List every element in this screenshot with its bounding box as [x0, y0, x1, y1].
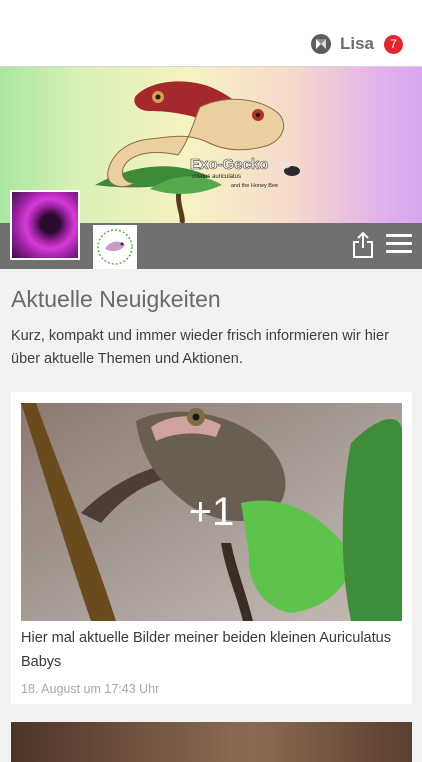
more-images-count[interactable]: +1 [21, 403, 402, 621]
section-description: Kurz, kompakt und immer wieder frisch in… [11, 328, 389, 367]
username[interactable]: Lisa [340, 34, 374, 54]
news-post-card-2[interactable] [11, 722, 412, 762]
page-logo[interactable] [93, 225, 137, 269]
post-image[interactable]: +1 [21, 403, 402, 621]
menu-hamburger-icon[interactable] [386, 234, 412, 256]
brand-line: ciliatus auriculatus [192, 174, 241, 180]
app-logo-icon [310, 34, 331, 54]
top-bar: Lisa 7 [0, 0, 422, 67]
news-post-card[interactable]: +1 Hier mal aktuelle Bilder meiner beide… [11, 392, 412, 704]
section-title: Aktuelle Neuigkeiten [11, 286, 221, 312]
profile-avatar[interactable] [10, 190, 80, 260]
user-menu[interactable]: Lisa 7 [310, 33, 403, 55]
notification-badge[interactable]: 7 [384, 34, 403, 54]
brand-tagline: and the Honey Bee [231, 183, 278, 189]
post-caption[interactable]: Hier mal aktuelle Bilder meiner beiden k… [21, 627, 401, 674]
post-date: 18. August um 17:43 Uhr [21, 682, 160, 696]
post-image-2[interactable] [11, 722, 412, 762]
share-icon[interactable] [350, 231, 376, 259]
brand-title: Exo-Gecko [190, 156, 268, 173]
